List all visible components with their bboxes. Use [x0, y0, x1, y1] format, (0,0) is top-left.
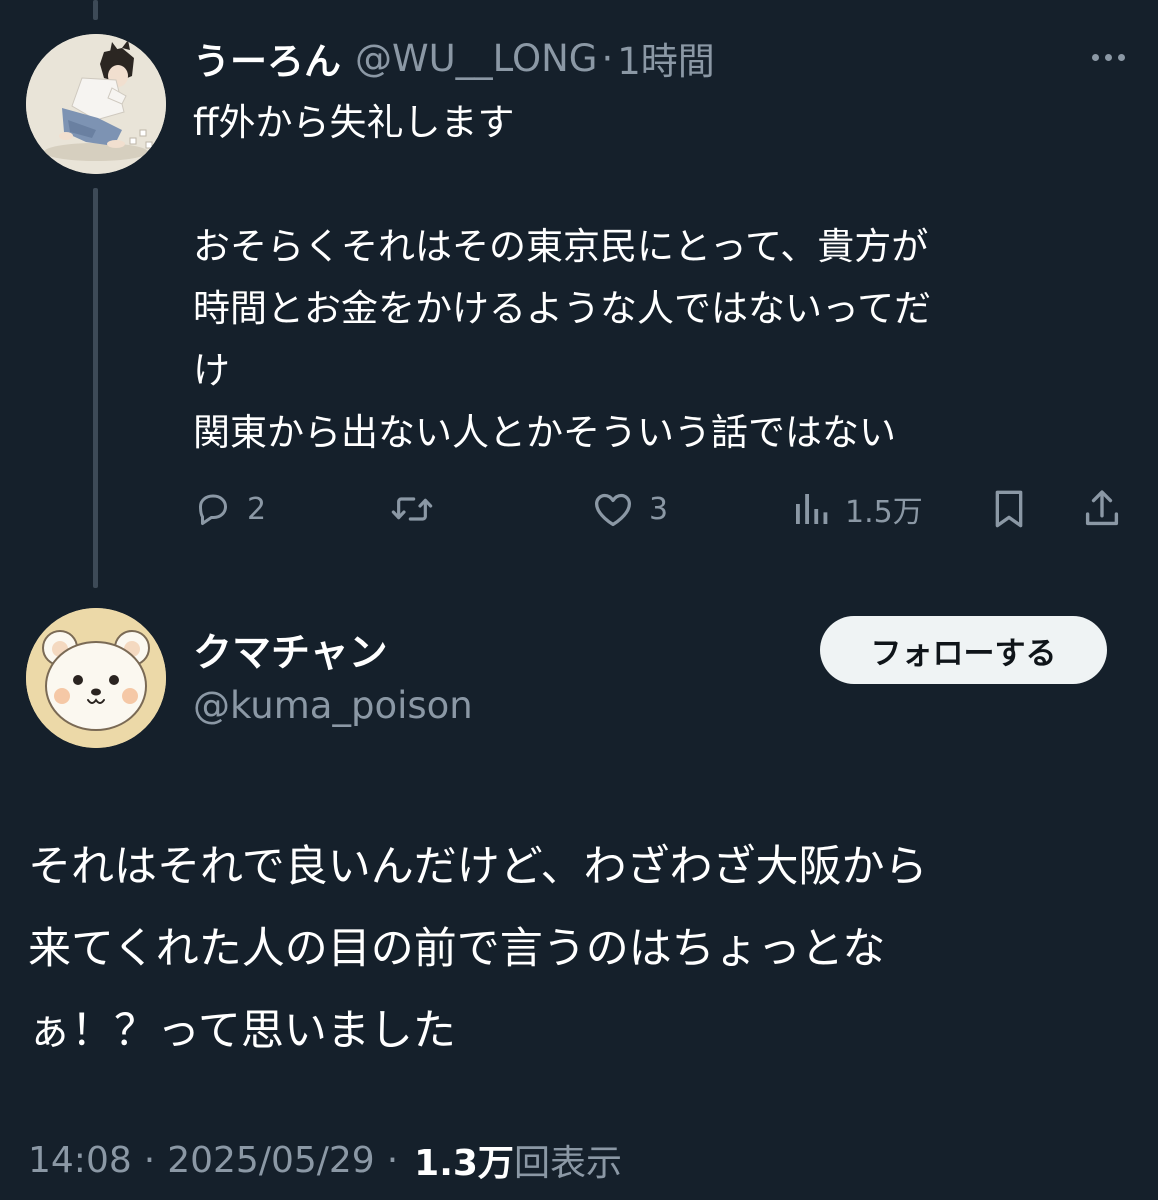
- tweet-text-line: 来てくれた人の目の前で言うのはちょっとな: [28, 924, 886, 974]
- tweet-text-line: け: [193, 349, 230, 392]
- bookmark-icon: [995, 490, 1023, 528]
- separator: ·: [601, 36, 614, 80]
- more-horizontal-icon[interactable]: [1086, 44, 1130, 70]
- share-icon: [1085, 490, 1119, 526]
- tweet-text-line: ぁ！？って思いました: [28, 1006, 456, 1056]
- tweet-text-line: おそらくそれはその東京民にとって、貴方が: [193, 225, 929, 268]
- separator: ·: [143, 1139, 156, 1181]
- display-name[interactable]: うーろん: [193, 31, 341, 85]
- views-count: 1.5万: [845, 495, 923, 530]
- avatar[interactable]: [26, 34, 166, 174]
- bookmark-button[interactable]: [989, 484, 1029, 534]
- tweet-text-line: それはそれで良いんだけど、わざわざ大阪から: [28, 842, 928, 892]
- like-button[interactable]: 3: [591, 484, 668, 534]
- tweet-thread: うーろん @WU__LONG · 1時間 ff外から失礼します おそらくそれはそ…: [0, 0, 1158, 1200]
- tweet-actions: 2 3 1.5万: [193, 484, 1133, 534]
- tweet-text-line: ff外から失礼します: [193, 101, 515, 144]
- reply-count: 2: [247, 491, 267, 527]
- tweet-metadata: 14:08 · 2025/05/29 · 1.3万 回表示: [28, 1134, 622, 1186]
- tweet-text: それはそれで良いんだけど、わざわざ大阪から 来てくれた人の目の前で言うのはちょっ…: [28, 826, 1128, 1072]
- display-name[interactable]: クマチャン: [193, 622, 388, 678]
- bar-chart-icon: [796, 494, 828, 524]
- user-handle[interactable]: @kuma_poison: [193, 684, 473, 727]
- views-button[interactable]: 1.5万: [791, 484, 923, 534]
- tweet-time[interactable]: 14:08: [28, 1140, 132, 1181]
- follow-button[interactable]: フォローする: [820, 616, 1107, 684]
- avatar[interactable]: [26, 608, 166, 748]
- reply-icon: [199, 494, 227, 525]
- views-count[interactable]: 1.3万: [414, 1134, 514, 1186]
- heart-icon: [595, 493, 631, 527]
- tweet-text-line: 関東から出ない人とかそういう話ではない: [193, 411, 896, 454]
- reply-button[interactable]: 2: [193, 484, 266, 534]
- share-button[interactable]: [1081, 484, 1123, 534]
- user-handle[interactable]: @WU__LONG: [355, 37, 597, 80]
- tweet-text-line: [193, 154, 1123, 216]
- thread-connector-line: [93, 188, 98, 588]
- tweet-date[interactable]: 2025/05/29: [167, 1140, 375, 1181]
- retweet-button[interactable]: [389, 484, 449, 534]
- views-label: 回表示: [513, 1143, 622, 1184]
- thread-connector-line: [93, 0, 98, 20]
- retweet-icon: [391, 497, 433, 521]
- tweet-header: うーろん @WU__LONG · 1時間: [193, 30, 715, 86]
- tweet-text: ff外から失礼します おそらくそれはその東京民にとって、貴方が 時間とお金をかけ…: [193, 92, 1123, 464]
- separator: ·: [386, 1139, 399, 1181]
- tweet-time[interactable]: 1時間: [617, 31, 715, 85]
- tweet-text-line: 時間とお金をかけるような人ではないってだ: [193, 287, 932, 330]
- like-count: 3: [649, 491, 669, 527]
